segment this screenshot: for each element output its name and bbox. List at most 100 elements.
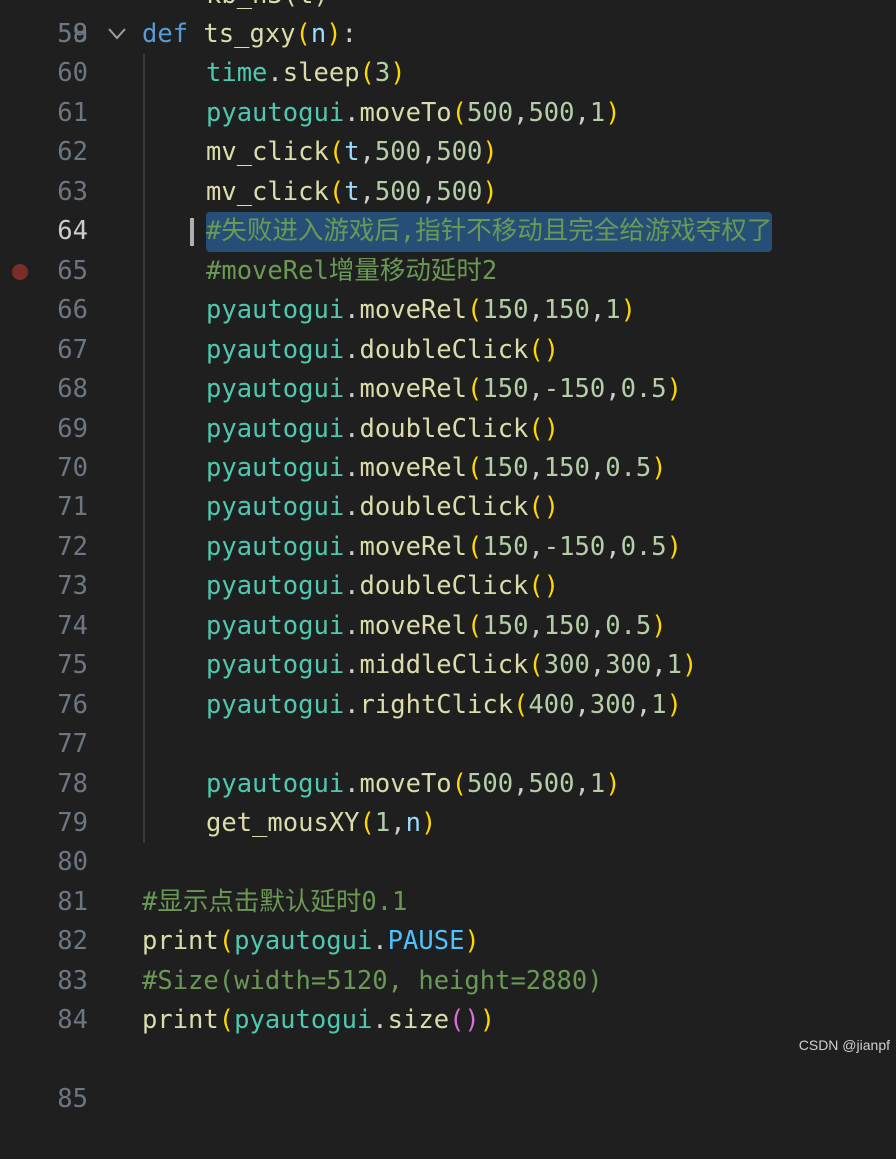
code-line-67[interactable]: 67 pyautogui.doubleClick(): [0, 331, 896, 370]
token: .: [344, 768, 360, 799]
code-line-61[interactable]: 61 pyautogui.moveTo(500,500,1): [0, 94, 896, 133]
token: moveRel: [359, 531, 467, 562]
code-text: #moveRel增量移动延时2: [206, 252, 497, 291]
token: t: [344, 176, 360, 207]
token: 1: [666, 650, 682, 681]
token: ,: [589, 295, 606, 326]
code-line-70[interactable]: 70 pyautogui.moveRel(150,150,0.5): [0, 449, 896, 488]
token: ,: [589, 610, 606, 641]
token: ): [390, 58, 406, 89]
token: 400: [528, 689, 575, 720]
token: .: [344, 650, 360, 681]
code-line-81[interactable]: 81 #显示点击默认延时0.1: [0, 883, 896, 922]
token: moveRel: [359, 295, 467, 326]
token: ,: [528, 374, 544, 405]
token: ts_gxy: [203, 19, 296, 49]
line-number: 66: [57, 295, 88, 326]
token: ): [326, 19, 342, 49]
token: .: [267, 58, 283, 89]
token: -150: [543, 531, 606, 562]
token: ,: [528, 531, 544, 562]
line-number: 60: [57, 58, 88, 89]
token: 150: [543, 610, 590, 641]
token: (): [528, 334, 560, 365]
code-line-78[interactable]: 78 pyautogui.moveTo(500,500,1): [0, 765, 896, 804]
token: (: [328, 176, 345, 207]
code-line-69[interactable]: 69 pyautogui.doubleClick(): [0, 410, 896, 449]
token: doubleClick: [359, 334, 529, 365]
code-line-72[interactable]: 72 pyautogui.moveRel(150,-150,0.5): [0, 528, 896, 567]
token: (: [218, 926, 235, 957]
token: ,: [651, 650, 667, 681]
code-line-77[interactable]: 77: [0, 725, 896, 764]
token: 300: [543, 650, 590, 681]
code-line-75[interactable]: 75 pyautogui.middleClick(300,300,1): [0, 646, 896, 685]
token: ,: [420, 176, 437, 207]
token: 1: [589, 97, 606, 128]
fold-chevron-down-icon[interactable]: [106, 15, 130, 54]
token: 150: [543, 452, 590, 483]
token: n: [405, 808, 421, 838]
code-line-74[interactable]: 74 pyautogui.moveRel(150,150,0.5): [0, 607, 896, 646]
token: pyautogui: [206, 610, 345, 641]
token: (: [218, 1005, 235, 1036]
line-number: 65: [57, 255, 88, 286]
code-text: mv_click(t,500,500): [206, 133, 498, 172]
line-number: 83: [57, 965, 88, 996]
token: .: [344, 452, 360, 483]
code-line-65[interactable]: 65 #moveRel增量移动延时2: [0, 252, 896, 291]
token: ,: [513, 97, 529, 128]
token: ): [482, 137, 498, 168]
token: (): [528, 492, 560, 523]
code-line-73[interactable]: 73 pyautogui.doubleClick(): [0, 567, 896, 606]
token: n: [310, 19, 327, 49]
line-number: 72: [57, 531, 88, 562]
line-number: 62: [57, 137, 88, 168]
token: .: [344, 334, 360, 365]
code-line-63[interactable]: 63 mv_click(t,500,500): [0, 173, 896, 212]
code-line-80[interactable]: 80: [0, 843, 896, 882]
code-text: pyautogui.moveRel(150,150,0.5): [206, 607, 667, 646]
line-number: 81: [57, 886, 88, 917]
token: PAUSE: [387, 926, 465, 957]
line-number: 61: [57, 97, 88, 128]
line-number: 77: [57, 729, 88, 760]
code-line-59[interactable]: 59 def ts_gxy(n):: [0, 15, 896, 54]
code-editor[interactable]: 58 kb_h3(t) 59def ts_gxy(n):60time.sleep…: [0, 0, 896, 1114]
token: ,: [359, 176, 375, 207]
token: ,: [605, 374, 621, 405]
code-line-71[interactable]: 71 pyautogui.doubleClick(): [0, 488, 896, 527]
code-line-60[interactable]: 60 time.sleep(3): [0, 54, 896, 93]
token: ,: [528, 610, 544, 641]
code-text: pyautogui.doubleClick(): [206, 488, 559, 527]
code-line-66[interactable]: 66 pyautogui.moveRel(150,150,1): [0, 291, 896, 330]
token: mv_click: [206, 137, 329, 168]
code-text: pyautogui.doubleClick(): [206, 567, 559, 606]
code-line-79[interactable]: 79 get_mousXY(1,n): [0, 804, 896, 843]
token: 150: [482, 531, 529, 562]
code-line-68[interactable]: 68 pyautogui.moveRel(150,-150,0.5): [0, 370, 896, 409]
token: moveTo: [359, 97, 452, 128]
code-line-83[interactable]: 83 #Size(width=5120, height=2880): [0, 962, 896, 1001]
code-line-62[interactable]: 62 mv_click(t,500,500): [0, 133, 896, 172]
line-number: 78: [57, 768, 88, 799]
token: ,: [574, 97, 590, 128]
code-line-82[interactable]: 82 print(pyautogui.PAUSE): [0, 922, 896, 961]
token: pyautogui: [206, 571, 345, 602]
code-text: pyautogui.moveTo(500,500,1): [206, 94, 621, 133]
token: (: [467, 374, 483, 405]
code-text: pyautogui.moveRel(150,-150,0.5): [206, 528, 682, 567]
code-line-84[interactable]: 84 print(pyautogui.size()): [0, 1001, 896, 1040]
code-text: pyautogui.doubleClick(): [206, 410, 559, 449]
token: 1: [374, 808, 391, 838]
token: moveRel: [359, 610, 467, 641]
code-line-76[interactable]: 76 pyautogui.rightClick(400,300,1): [0, 686, 896, 725]
token: pyautogui: [206, 295, 345, 326]
line-58-partial[interactable]: 58 kb_h3(t): [0, 0, 896, 49]
code-line-64[interactable]: 64 #失败进入游戏后,指针不移动且完全给游戏夺权了: [0, 212, 896, 252]
line-85-partial[interactable]: 85: [0, 1041, 896, 1114]
token: ,: [420, 137, 437, 168]
token: ): [666, 689, 682, 720]
token: pyautogui: [234, 926, 373, 957]
